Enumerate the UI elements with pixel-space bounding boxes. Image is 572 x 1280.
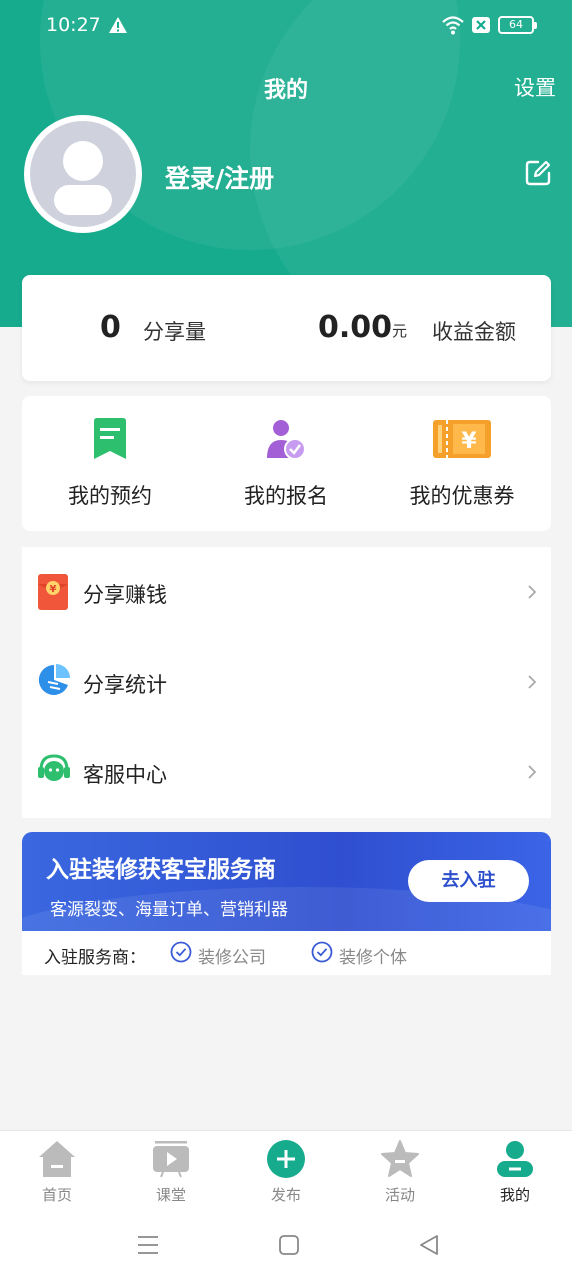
my-appointments-button[interactable]: 我的预约 xyxy=(22,396,198,531)
status-time: 10:27 xyxy=(46,14,101,36)
wifi-icon xyxy=(442,16,464,35)
chevron-right-icon xyxy=(528,585,537,599)
my-registrations-label: 我的报名 xyxy=(244,484,328,508)
earnings-unit: 元 xyxy=(392,322,408,340)
plus-icon xyxy=(267,1140,305,1178)
tab-classroom[interactable]: 课堂 xyxy=(114,1131,228,1213)
bottom-tab-bar: 首页 课堂 发布 活动 我的 xyxy=(0,1130,572,1212)
default-user-icon xyxy=(54,141,112,215)
menu-item-label: 客服中心 xyxy=(83,763,167,787)
tab-mine[interactable]: 我的 xyxy=(458,1131,572,1213)
banner-title: 入驻装修获客宝服务商 xyxy=(46,857,276,883)
chevron-right-icon xyxy=(528,675,537,689)
user-check-icon xyxy=(267,420,306,460)
earnings-label: 收益金额 xyxy=(432,320,516,344)
sim-icon xyxy=(472,17,490,33)
edit-icon[interactable] xyxy=(524,159,552,187)
my-coupons-button[interactable]: ¥ 我的优惠券 xyxy=(374,396,550,531)
my-appointments-label: 我的预约 xyxy=(68,484,152,508)
provider-options: 入驻服务商： 装修公司 装修个体 xyxy=(22,931,551,975)
svg-text:¥: ¥ xyxy=(50,584,57,595)
star-icon xyxy=(381,1140,419,1177)
tab-label: 课堂 xyxy=(155,1186,186,1204)
coupon-icon: ¥ xyxy=(433,420,491,458)
home-icon xyxy=(39,1141,75,1177)
tab-label: 我的 xyxy=(499,1186,530,1204)
svg-text:¥: ¥ xyxy=(461,429,477,454)
menu-item-label: 分享赚钱 xyxy=(83,583,167,607)
video-icon xyxy=(153,1141,189,1178)
check-circle-icon xyxy=(170,941,192,963)
provider-banner[interactable]: 入驻装修获客宝服务商 客源裂变、海量订单、营销利器 去入驻 xyxy=(22,832,551,931)
headset-icon xyxy=(38,754,70,781)
banner-subtitle: 客源裂变、海量订单、营销利器 xyxy=(50,900,288,920)
tab-label: 活动 xyxy=(384,1186,415,1204)
warning-icon xyxy=(109,17,127,33)
red-envelope-icon: ¥ xyxy=(38,574,68,610)
status-bar: 10:27 64 xyxy=(0,0,572,54)
menu-item-share-stats[interactable]: 分享统计 xyxy=(22,637,551,727)
avatar[interactable] xyxy=(24,115,142,233)
menu-item-share-earn[interactable]: ¥ 分享赚钱 xyxy=(22,547,551,637)
tab-label: 发布 xyxy=(270,1186,301,1204)
my-registrations-button[interactable]: 我的报名 xyxy=(198,396,374,531)
tab-publish[interactable]: 发布 xyxy=(229,1131,343,1213)
menu-icon[interactable] xyxy=(137,1234,159,1256)
menu-list: ¥ 分享赚钱 分享统计 客服中心 xyxy=(22,547,551,818)
tab-activities[interactable]: 活动 xyxy=(343,1131,457,1213)
bookmark-icon xyxy=(94,418,126,459)
home-button-icon[interactable] xyxy=(278,1234,300,1256)
my-coupons-label: 我的优惠券 xyxy=(409,484,515,508)
page-title: 我的 xyxy=(263,78,308,103)
provider-label: 入驻服务商： xyxy=(44,948,146,968)
quick-actions-card: 我的预约 我的报名 ¥ 我的优惠券 xyxy=(22,396,551,531)
menu-item-label: 分享统计 xyxy=(83,673,167,697)
settings-button[interactable]: 设置 xyxy=(514,72,556,102)
battery-indicator: 64 xyxy=(498,16,537,34)
earnings-value: 0.00 xyxy=(318,310,393,345)
system-nav-bar xyxy=(0,1212,572,1280)
check-circle-icon xyxy=(311,941,333,963)
provider-option-label: 装修公司 xyxy=(198,948,266,968)
pie-chart-icon xyxy=(38,664,70,695)
back-icon[interactable] xyxy=(418,1234,440,1256)
chevron-right-icon xyxy=(528,765,537,779)
provider-option-label: 装修个体 xyxy=(339,948,407,968)
login-register-link[interactable]: 登录/注册 xyxy=(165,159,274,195)
join-button[interactable]: 去入驻 xyxy=(408,860,529,902)
menu-item-customer-service[interactable]: 客服中心 xyxy=(22,727,551,817)
tab-home[interactable]: 首页 xyxy=(0,1131,114,1213)
tab-label: 首页 xyxy=(41,1186,72,1204)
person-icon xyxy=(497,1141,533,1177)
share-count-label: 分享量 xyxy=(143,320,206,344)
share-count-value: 0 xyxy=(100,310,121,345)
